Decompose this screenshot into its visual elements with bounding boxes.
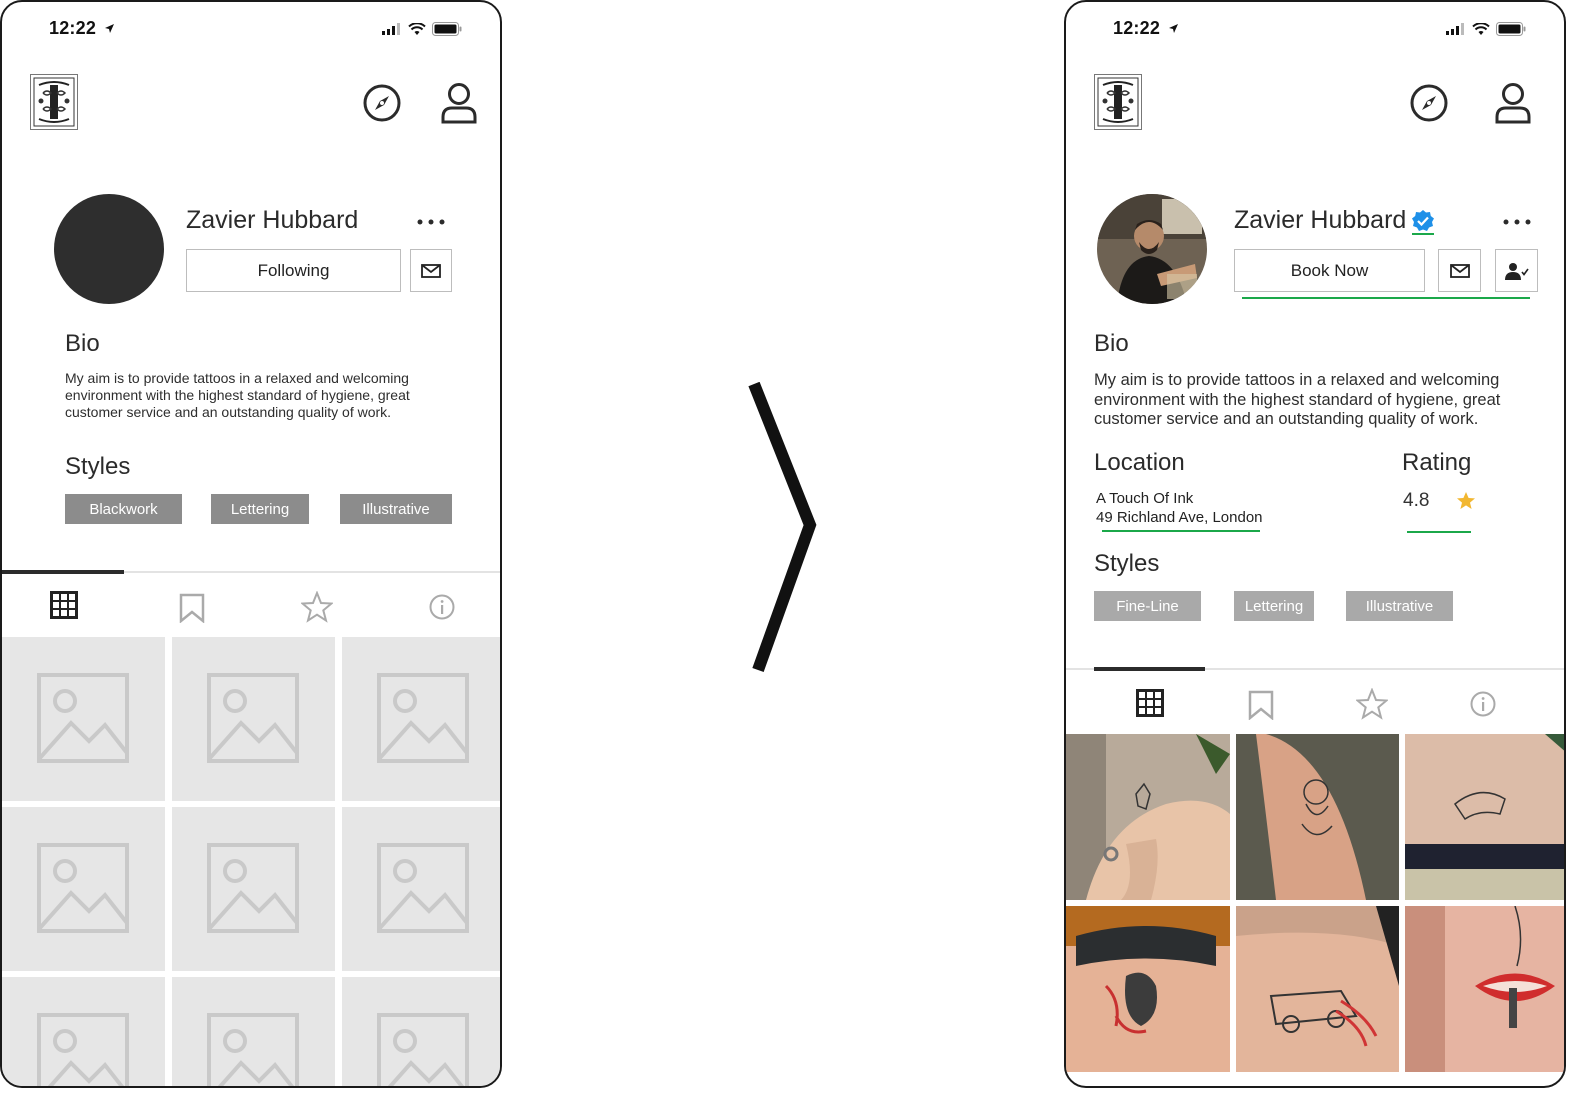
image-placeholder[interactable] <box>2 637 165 801</box>
wireframe-phone-screen: 12:22 Zavier Hubbard Following Bio My ai… <box>0 0 502 1088</box>
transition-chevron-icon <box>748 381 818 677</box>
image-placeholder-icon <box>207 1013 299 1086</box>
rating-value: 4.8 <box>1403 490 1430 511</box>
bio-heading: Bio <box>65 330 100 357</box>
app-logo[interactable] <box>30 74 78 130</box>
bookmark-icon[interactable] <box>1248 690 1274 725</box>
active-tab-indicator <box>1094 667 1205 671</box>
image-placeholder[interactable] <box>172 637 335 801</box>
image-placeholder-icon <box>377 673 469 763</box>
app-logo[interactable] <box>1094 74 1142 130</box>
grid-icon[interactable] <box>1135 688 1165 723</box>
tattoo-photo[interactable] <box>1236 734 1399 900</box>
avatar-photo[interactable] <box>1097 194 1207 304</box>
tattoo-photo[interactable] <box>1066 734 1230 900</box>
avatar-placeholder <box>54 194 164 304</box>
explore-compass-icon[interactable] <box>1410 84 1448 127</box>
style-tag[interactable]: Fine-Line <box>1094 591 1201 621</box>
more-options-icon[interactable] <box>1502 212 1534 237</box>
style-tag[interactable]: Illustrative <box>340 494 452 524</box>
tattoo-photo[interactable] <box>1236 906 1399 1072</box>
location-address[interactable]: 49 Richland Ave, London <box>1096 509 1263 526</box>
style-tag[interactable]: Blackwork <box>65 494 182 524</box>
wifi-icon <box>1472 22 1490 35</box>
location-highlight-underline <box>1102 530 1260 532</box>
image-placeholder-icon <box>207 673 299 763</box>
explore-compass-icon[interactable] <box>363 84 401 127</box>
verified-highlight-underline <box>1412 233 1434 235</box>
status-icons <box>1446 22 1526 36</box>
active-tab-indicator <box>2 570 124 574</box>
status-icons <box>382 22 462 36</box>
bio-text: My aim is to provide tattoos in a relaxe… <box>65 370 410 420</box>
style-tag[interactable]: Lettering <box>211 494 309 524</box>
image-grid <box>2 637 500 1086</box>
star-icon[interactable] <box>1354 687 1390 725</box>
ornate-letter-logo-icon <box>1097 77 1139 127</box>
star-icon[interactable] <box>299 590 335 628</box>
style-tag[interactable]: Illustrative <box>1346 591 1453 621</box>
battery-icon <box>432 22 462 36</box>
rating-heading: Rating <box>1402 449 1472 476</box>
profile-name: Zavier Hubbard <box>1234 206 1407 234</box>
bio-text: My aim is to provide tattoos in a relaxe… <box>1094 371 1501 428</box>
image-placeholder-icon <box>377 843 469 933</box>
tattoo-photo-grid <box>1066 734 1564 1086</box>
image-placeholder[interactable] <box>172 807 335 971</box>
bio-heading: Bio <box>1094 330 1129 357</box>
image-placeholder[interactable] <box>2 977 165 1086</box>
follow-user-button[interactable] <box>1495 249 1538 292</box>
final-design-phone-screen: 12:22 Zavier Hubbard Book Now Bio My aim… <box>1064 0 1566 1088</box>
signal-icon <box>1446 23 1464 35</box>
status-time: 12:22 <box>49 18 115 39</box>
location-heading: Location <box>1094 449 1185 476</box>
styles-heading: Styles <box>65 453 131 480</box>
image-placeholder-icon <box>37 1013 129 1086</box>
image-placeholder[interactable] <box>342 637 500 801</box>
user-check-icon <box>1504 262 1529 280</box>
location-studio-name[interactable]: A Touch Of Ink <box>1096 490 1193 507</box>
grid-icon[interactable] <box>49 590 79 625</box>
ornate-letter-logo-icon <box>33 77 75 127</box>
style-tag[interactable]: Lettering <box>1234 591 1314 621</box>
profile-user-icon[interactable] <box>1494 82 1532 129</box>
following-button[interactable]: Following <box>186 249 401 292</box>
image-placeholder[interactable] <box>2 807 165 971</box>
more-options-icon[interactable] <box>416 212 448 237</box>
wifi-icon <box>408 22 426 35</box>
image-placeholder-icon <box>377 1013 469 1086</box>
signal-icon <box>382 23 400 35</box>
image-placeholder-icon <box>37 843 129 933</box>
image-placeholder[interactable] <box>172 977 335 1086</box>
location-arrow-icon <box>1169 24 1179 33</box>
image-placeholder-icon <box>37 673 129 763</box>
location-arrow-icon <box>105 24 115 33</box>
tattoo-photo[interactable] <box>1405 734 1564 900</box>
profile-name: Zavier Hubbard <box>186 206 359 234</box>
tattoo-photo[interactable] <box>1066 906 1230 1072</box>
mail-icon <box>1449 263 1470 278</box>
image-placeholder[interactable] <box>342 807 500 971</box>
profile-user-icon[interactable] <box>440 82 478 129</box>
action-buttons-highlight-underline <box>1242 297 1530 299</box>
tattoo-photo[interactable] <box>1405 906 1564 1072</box>
battery-icon <box>1496 22 1526 36</box>
book-now-button[interactable]: Book Now <box>1234 249 1425 292</box>
message-button[interactable] <box>410 249 452 292</box>
image-placeholder[interactable] <box>342 977 500 1086</box>
info-icon[interactable] <box>429 594 455 625</box>
rating-highlight-underline <box>1407 531 1471 533</box>
info-icon[interactable] <box>1470 691 1496 722</box>
styles-heading: Styles <box>1094 550 1160 577</box>
status-time: 12:22 <box>1113 18 1179 39</box>
mail-icon <box>421 263 441 278</box>
rating-star-icon <box>1456 491 1476 516</box>
message-button[interactable] <box>1438 249 1481 292</box>
image-placeholder-icon <box>207 843 299 933</box>
bookmark-icon[interactable] <box>179 593 205 628</box>
